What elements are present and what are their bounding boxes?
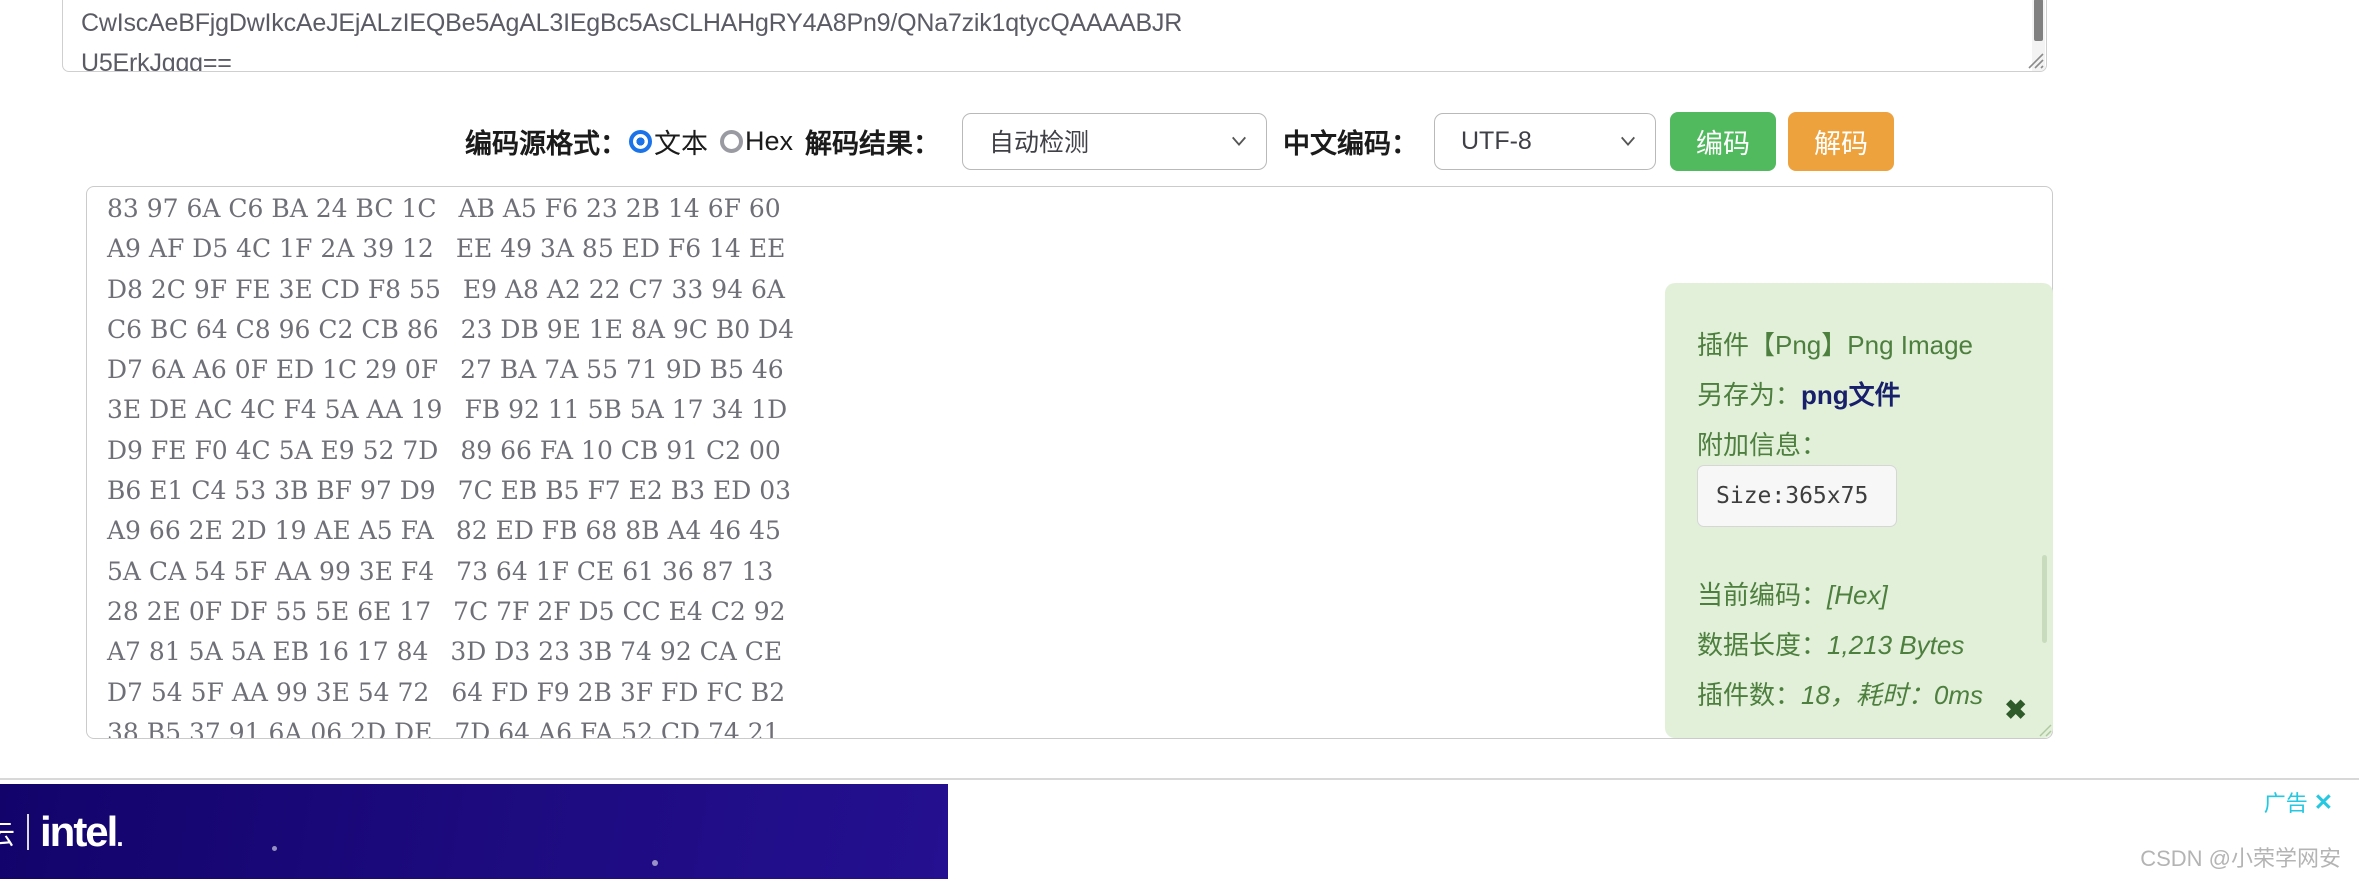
current-encoding-label: 当前编码： bbox=[1697, 580, 1828, 610]
plugin-count-row: 插件数：18，耗时：0ms bbox=[1697, 675, 1983, 712]
hex-row-right: 3D D3 23 3B 74 92 CA CE bbox=[450, 637, 783, 667]
radio-option-hex[interactable]: Hex bbox=[719, 125, 793, 157]
hex-row: A9 66 2E 2D 19 AE A5 FA 82 ED FB 68 8B A4… bbox=[107, 511, 794, 551]
data-length-value: 1,213 Bytes bbox=[1827, 630, 1965, 660]
hex-row-right: 89 66 FA 10 CB 91 C2 00 bbox=[460, 435, 781, 465]
hex-row-right: 23 DB 9E 1E 8A 9C B0 D4 bbox=[460, 314, 795, 344]
plugin-count-value: 18，耗时：0ms bbox=[1801, 680, 1984, 710]
ad-brand-cn: 云 bbox=[0, 819, 16, 850]
hex-row-right: 82 ED FB 68 8B A4 46 45 bbox=[455, 516, 781, 546]
hex-row-left: C6 BC 64 C8 96 C2 CB 86 bbox=[107, 314, 439, 344]
source-textarea-value[interactable]: CwIscAeBFjgDwIkcAeJEjALzIEQBe5AgAL3IEgBc… bbox=[81, 3, 2011, 71]
hex-row: D7 6A A6 0F ED 1C 29 0F 27 BA 7A 55 71 9D… bbox=[107, 350, 794, 390]
current-encoding-value: [Hex] bbox=[1827, 580, 1888, 610]
extra-info-label: 附加信息： bbox=[1697, 430, 1828, 460]
data-length-label: 数据长度： bbox=[1697, 630, 1828, 660]
hex-row-right: E9 A8 A2 22 C7 33 94 6A bbox=[462, 274, 785, 304]
hex-row-left: 3E DE AC 4C F4 5A AA 19 bbox=[107, 395, 443, 425]
hex-row-left: A9 AF D5 4C 1F 2A 39 12 bbox=[107, 234, 434, 264]
ad-brand-logo: 云 intel. bbox=[0, 808, 124, 856]
hex-row: B6 E1 C4 53 3B BF 97 D9 7C EB B5 F7 E2 B3… bbox=[107, 471, 794, 511]
plugin-title: 插件【Png】Png Image bbox=[1697, 330, 1974, 360]
hex-row-left: A9 66 2E 2D 19 AE A5 FA bbox=[107, 516, 434, 546]
hex-row: D8 2C 9F FE 3E CD F8 55 E9 A8 A2 22 C7 33… bbox=[107, 270, 794, 310]
hex-row: 28 2E 0F DF 55 5E 6E 17 7C 7F 2F D5 CC E4… bbox=[107, 592, 794, 632]
encode-button[interactable]: 编码 bbox=[1670, 111, 1776, 171]
control-bar: 编码源格式： 文本 Hex 解码结果： 自动检测 中文编码： UTF-8 编码 … bbox=[0, 96, 2359, 186]
hex-row: C6 BC 64 C8 96 C2 CB 86 23 DB 9E 1E 8A 9C… bbox=[107, 310, 794, 350]
radio-selected-icon[interactable] bbox=[628, 129, 652, 153]
hex-row-right: 27 BA 7A 55 71 9D B5 46 bbox=[460, 355, 784, 385]
hex-row-left: B6 E1 C4 53 3B BF 97 D9 bbox=[107, 476, 436, 506]
page-root: CwIscAeBFjgDwIkcAeJEjALzIEQBe5AgAL3IEgBc… bbox=[0, 0, 2359, 879]
size-info-box: Size:365x75 bbox=[1697, 465, 1897, 527]
source-format-radio-group[interactable]: 文本 Hex bbox=[628, 122, 793, 161]
decode-button[interactable]: 解码 bbox=[1788, 111, 1894, 171]
hex-row-left: A7 81 5A 5A EB 16 17 84 bbox=[107, 637, 429, 667]
hex-row-right: 7C EB B5 F7 E2 B3 ED 03 bbox=[457, 476, 792, 506]
decode-result-select[interactable]: 自动检测 bbox=[962, 112, 1267, 170]
hex-row-left: D7 6A A6 0F ED 1C 29 0F bbox=[107, 355, 439, 385]
ad-spark-icon bbox=[272, 846, 277, 851]
hex-row: 38 B5 37 91 6A 06 2D DE 7D 64 A6 FA 52 CD… bbox=[107, 713, 794, 739]
hex-row-right: 64 FD F9 2B 3F FD FC B2 bbox=[451, 677, 786, 707]
radio-unselected-icon[interactable] bbox=[719, 129, 743, 153]
chinese-encoding-label: 中文编码： bbox=[1283, 128, 1418, 159]
hex-row-left: D7 54 5F AA 99 3E 54 72 bbox=[107, 677, 430, 707]
chevron-down-icon bbox=[1621, 136, 1635, 146]
source-textarea[interactable]: CwIscAeBFjgDwIkcAeJEjALzIEQBe5AgAL3IEgBc… bbox=[62, 0, 2047, 72]
page-divider bbox=[0, 778, 2359, 780]
hex-row-left: 5A CA 54 5F AA 99 3E F4 bbox=[107, 556, 435, 586]
decode-result-select-value: 自动检测 bbox=[989, 129, 1090, 157]
hex-row: D7 54 5F AA 99 3E 54 72 64 FD F9 2B 3F FD… bbox=[107, 673, 794, 713]
save-as-value[interactable]: png文件 bbox=[1801, 380, 1901, 410]
hex-row-left: 28 2E 0F DF 55 5E 6E 17 bbox=[107, 596, 432, 626]
hex-row-right: EE 49 3A 85 ED F6 14 EE bbox=[455, 234, 786, 264]
ad-spark-icon bbox=[652, 860, 658, 866]
hex-row-right: AB A5 F6 23 2B 14 6F 60 bbox=[458, 194, 781, 223]
watermark: CSDN @小荣学网安 bbox=[2140, 846, 2341, 871]
chinese-encoding-select-value: UTF-8 bbox=[1461, 126, 1532, 155]
hex-row-right: 7D 64 A6 FA 52 CD 74 21 bbox=[454, 717, 780, 739]
hex-row-left: 83 97 6A C6 BA 24 BC 1C bbox=[107, 194, 437, 223]
data-length-row: 数据长度：1,213 Bytes bbox=[1697, 625, 1964, 662]
hex-row-right: FB 92 11 5B 5A 17 34 1D bbox=[464, 395, 788, 425]
hex-row: 5A CA 54 5F AA 99 3E F4 73 64 1F CE 61 36… bbox=[107, 552, 794, 592]
hex-row-right: 7C 7F 2F D5 CC E4 C2 92 bbox=[453, 596, 786, 626]
chinese-encoding-select[interactable]: UTF-8 bbox=[1434, 112, 1656, 170]
plugin-info-panel[interactable]: 插件【Png】Png Image 另存为：png文件 附加信息： Size:36… bbox=[1665, 283, 2053, 738]
hex-row-left: D8 2C 9F FE 3E CD F8 55 bbox=[107, 274, 441, 304]
decode-result-label: 解码结果： bbox=[805, 128, 940, 159]
radio-option-text-label: 文本 bbox=[653, 128, 708, 159]
close-icon[interactable]: ✖ bbox=[2004, 697, 2027, 724]
hex-row-left: 38 B5 37 91 6A 06 2D DE bbox=[107, 717, 433, 739]
hex-row-left: D9 FE F0 4C 5A E9 52 7D bbox=[107, 435, 439, 465]
ad-label-text: 广告 bbox=[2263, 791, 2308, 816]
ad-close-control[interactable]: 广告 ✕ bbox=[2264, 786, 2333, 818]
resize-grip-icon[interactable] bbox=[2034, 719, 2052, 737]
chevron-down-icon bbox=[1232, 136, 1246, 146]
ad-brand-name: intel. bbox=[40, 808, 124, 855]
hex-row: A9 AF D5 4C 1F 2A 39 12 EE 49 3A 85 ED F6… bbox=[107, 229, 794, 269]
source-format-label: 编码源格式： bbox=[464, 128, 627, 159]
hex-dump: 83 97 6A C6 BA 24 BC 1C AB A5 F6 23 2B 14… bbox=[107, 189, 794, 739]
hex-row: A7 81 5A 5A EB 16 17 84 3D D3 23 3B 74 92… bbox=[107, 632, 794, 672]
hex-row: 83 97 6A C6 BA 24 BC 1C AB A5 F6 23 2B 14… bbox=[107, 189, 794, 229]
radio-option-hex-label: Hex bbox=[744, 125, 793, 156]
save-as-label: 另存为： bbox=[1697, 380, 1802, 410]
radio-option-text[interactable]: 文本 bbox=[628, 122, 708, 161]
ad-banner[interactable]: 云 intel. bbox=[0, 784, 948, 879]
current-encoding-row: 当前编码：[Hex] bbox=[1697, 575, 1888, 612]
hex-row-right: 73 64 1F CE 61 36 87 13 bbox=[456, 556, 774, 586]
save-as-row: 另存为：png文件 bbox=[1697, 375, 1901, 412]
info-panel-scrollbar[interactable] bbox=[2042, 555, 2047, 643]
hex-row: D9 FE F0 4C 5A E9 52 7D 89 66 FA 10 CB 91… bbox=[107, 431, 794, 471]
close-icon[interactable]: ✕ bbox=[2314, 789, 2333, 816]
plugin-count-label: 插件数： bbox=[1697, 680, 1802, 710]
size-value: Size:365x75 bbox=[1716, 483, 1869, 509]
hex-row: 3E DE AC 4C F4 5A AA 19 FB 92 11 5B 5A 17… bbox=[107, 390, 794, 430]
ad-logo-divider bbox=[27, 814, 29, 850]
textarea-scrollbar-thumb[interactable] bbox=[2034, 0, 2043, 41]
